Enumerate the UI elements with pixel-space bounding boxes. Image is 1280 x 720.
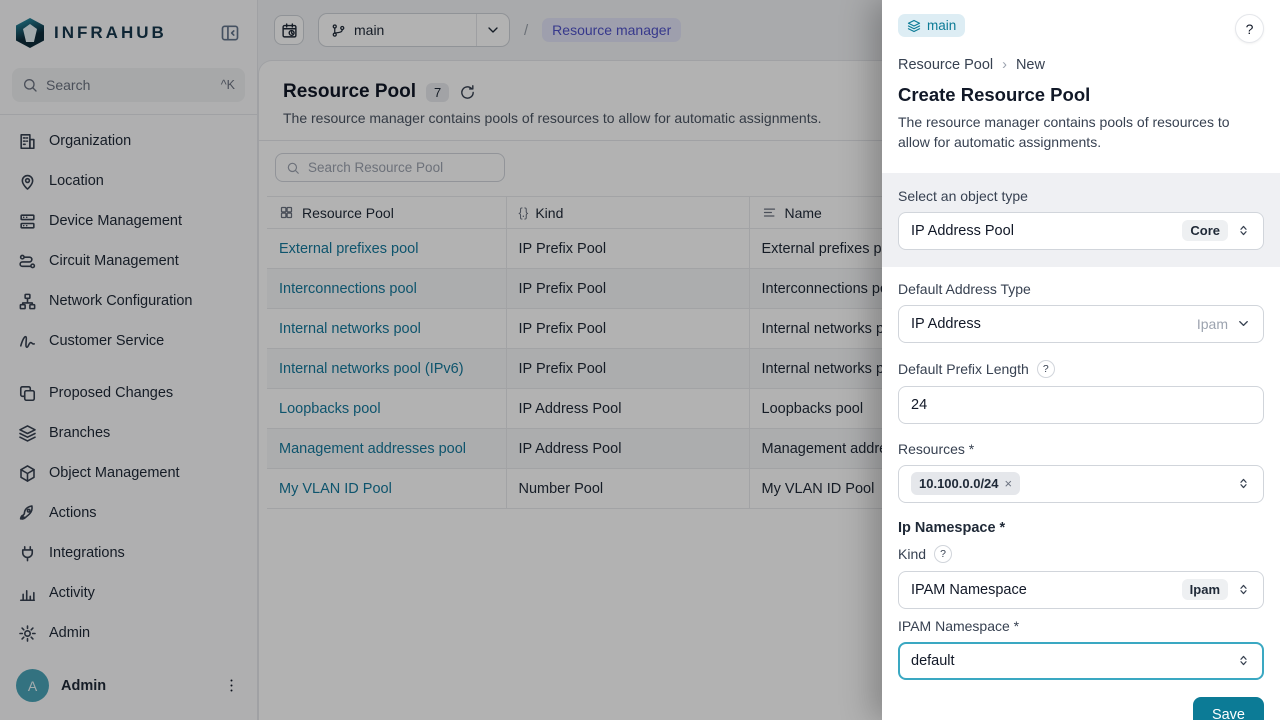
layers-icon [907, 19, 921, 33]
address-type-label: Default Address Type [898, 281, 1264, 297]
create-resource-pool-drawer: main ? Resource Pool › New Create Resour… [882, 0, 1280, 720]
chevron-down-icon [1236, 316, 1251, 331]
ipam-suffix: Ipam [1197, 316, 1228, 332]
core-badge: Core [1182, 220, 1228, 241]
ipam-namespace-label: IPAM Namespace * [898, 618, 1264, 634]
up-down-chevron-icon [1236, 476, 1251, 491]
up-down-chevron-icon [1236, 223, 1251, 238]
address-type-select[interactable]: IP Address Ipam [898, 305, 1264, 343]
drawer-form: Default Address Type IP Address Ipam Def… [882, 267, 1280, 680]
kind-label: Kind ? [898, 545, 1264, 563]
breadcrumb-current: New [1016, 57, 1045, 73]
up-down-chevron-icon [1236, 582, 1251, 597]
ip-namespace-group-label: Ip Namespace * [898, 520, 1264, 536]
help-icon[interactable]: ? [934, 545, 952, 563]
remove-chip-icon[interactable]: × [1005, 476, 1013, 491]
object-type-select[interactable]: IP Address Pool Core [898, 212, 1264, 250]
object-type-section: Select an object type IP Address Pool Co… [882, 173, 1280, 267]
object-type-label: Select an object type [898, 188, 1264, 204]
ipam-badge: Ipam [1182, 579, 1228, 600]
resources-multiselect[interactable]: 10.100.0.0/24 × [898, 465, 1264, 503]
prefix-length-input[interactable]: 24 [898, 386, 1264, 424]
help-button[interactable]: ? [1235, 14, 1264, 43]
prefix-length-label: Default Prefix Length ? [898, 360, 1264, 378]
branch-badge: main [898, 14, 965, 37]
resources-label: Resources * [898, 441, 1264, 457]
drawer-description: The resource manager contains pools of r… [898, 112, 1264, 153]
kind-select[interactable]: IPAM Namespace Ipam [898, 571, 1264, 609]
ipam-namespace-select[interactable]: default [898, 642, 1264, 680]
breadcrumb-parent[interactable]: Resource Pool [898, 57, 993, 73]
drawer-title: Create Resource Pool [898, 84, 1264, 106]
help-icon[interactable]: ? [1037, 360, 1055, 378]
save-button[interactable]: Save [1193, 697, 1264, 720]
resource-chip: 10.100.0.0/24 × [911, 472, 1020, 495]
drawer-breadcrumb: Resource Pool › New [898, 57, 1264, 73]
chevron-right-icon: › [1002, 57, 1007, 73]
up-down-chevron-icon [1236, 653, 1251, 668]
